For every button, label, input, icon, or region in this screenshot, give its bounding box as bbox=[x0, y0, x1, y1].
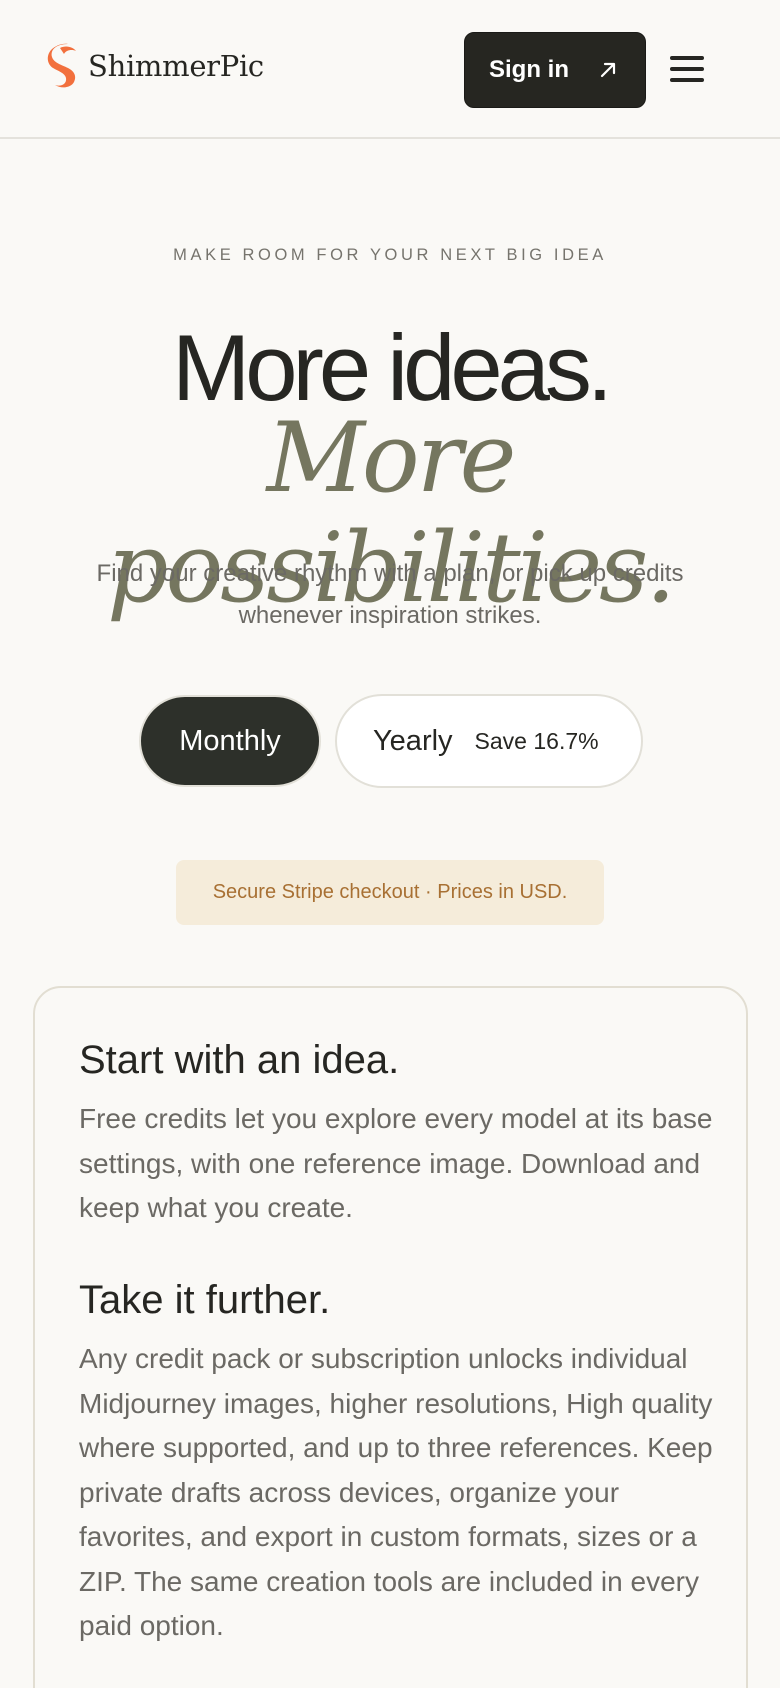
checkout-notice-text: Secure Stripe checkout · Prices in USD. bbox=[212, 881, 568, 903]
card-heading-start: Start with an idea. bbox=[79, 1038, 400, 1082]
checkout-notice: Secure Stripe checkout · Prices in USD. bbox=[176, 860, 604, 925]
hamburger-menu-icon[interactable] bbox=[668, 52, 706, 86]
yearly-label: Yearly bbox=[373, 724, 453, 757]
free-vs-paid-card: Start with an idea. Free credits let you… bbox=[33, 986, 748, 1688]
brand-s-logo-icon bbox=[47, 43, 76, 88]
pricing-page: ShimmerPic Sign in MAKE ROOM FOR YOUR NE… bbox=[0, 0, 780, 1688]
sign-in-button[interactable]: Sign in bbox=[464, 32, 646, 108]
monthly-label: Monthly bbox=[179, 724, 281, 757]
arrow-up-right-icon bbox=[600, 62, 616, 78]
top-header: ShimmerPic Sign in bbox=[0, 0, 780, 139]
hero-eyebrow: MAKE ROOM FOR YOUR NEXT BIG IDEA bbox=[173, 246, 607, 264]
brand-name: ShimmerPic bbox=[88, 49, 264, 83]
brand[interactable]: ShimmerPic bbox=[46, 42, 264, 90]
yearly-save-badge: Save 16.7% bbox=[474, 727, 599, 754]
card-paragraph-free: Free credits let you explore every model… bbox=[79, 1103, 713, 1223]
card-paragraph-paid: Any credit pack or subscription unlocks … bbox=[79, 1343, 713, 1641]
billing-monthly-toggle[interactable]: Monthly bbox=[139, 695, 321, 787]
hero-subtitle: Find your creative rhythm with a plan, o… bbox=[96, 560, 684, 629]
card-heading-further: Take it further. bbox=[79, 1278, 331, 1322]
sign-in-label: Sign in bbox=[489, 56, 569, 83]
billing-yearly-toggle[interactable]: Yearly Save 16.7% bbox=[335, 694, 643, 788]
